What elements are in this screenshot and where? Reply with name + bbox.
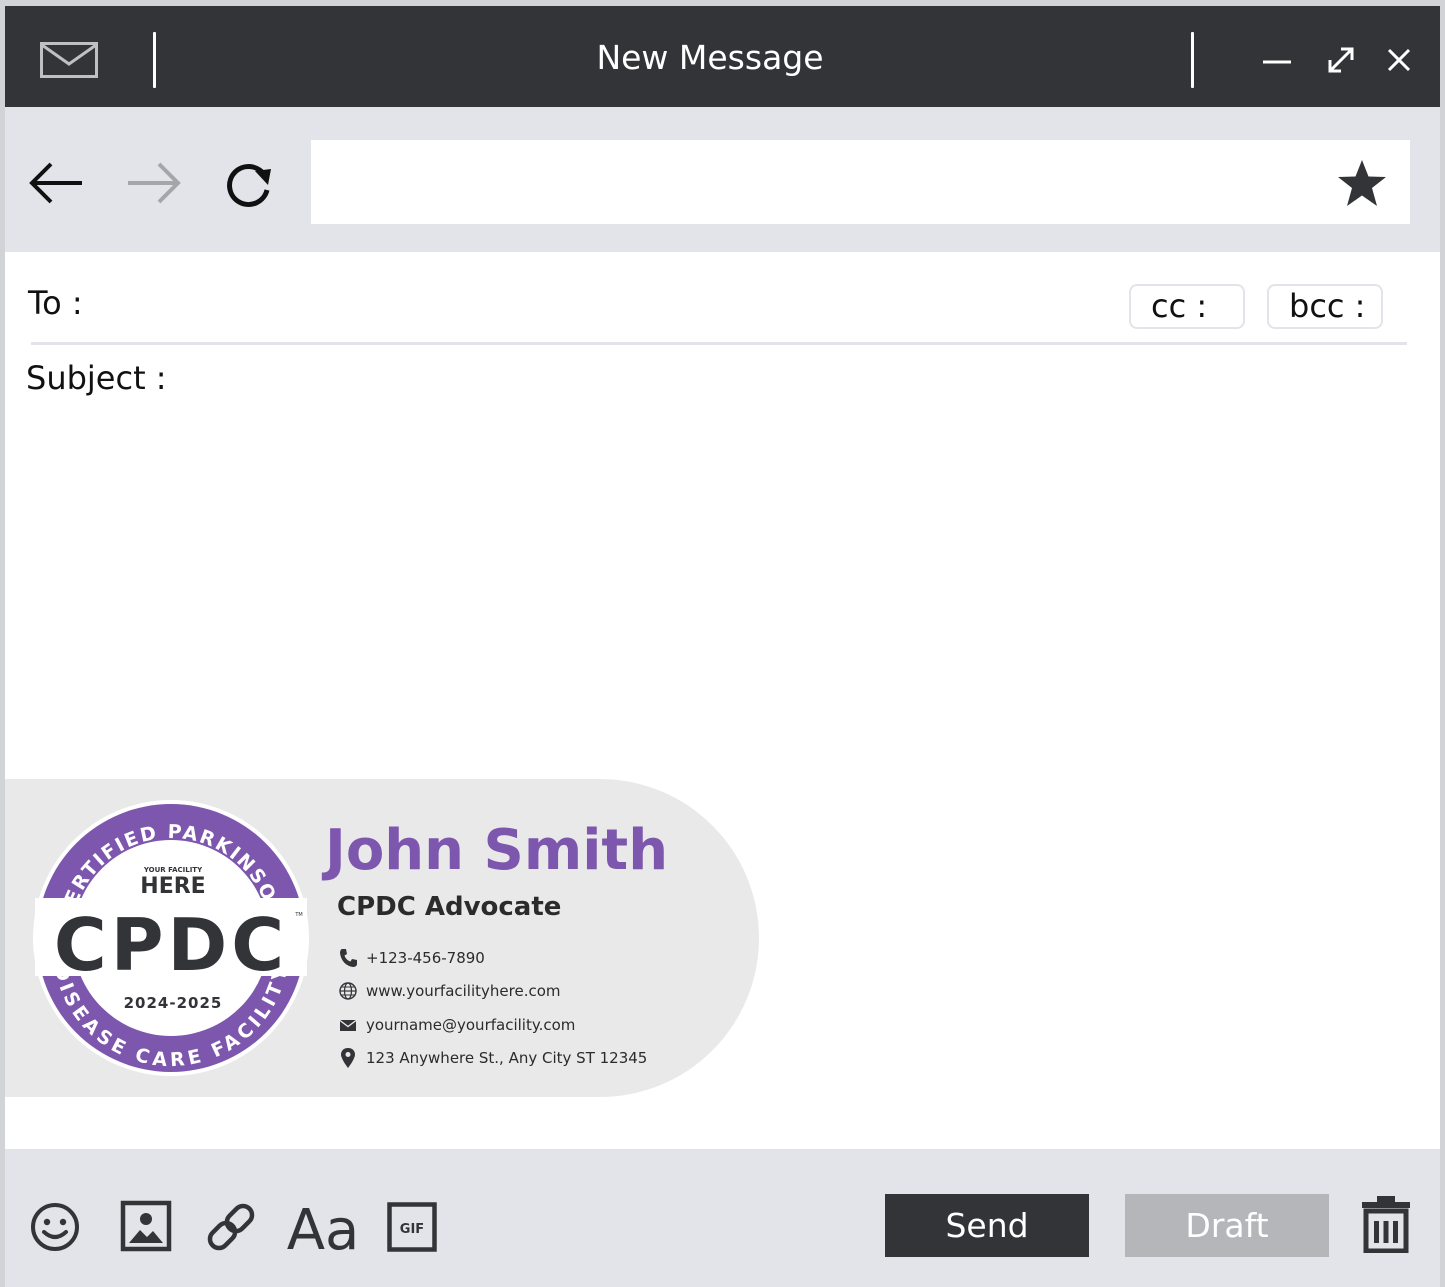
seal-acronym: CPDC bbox=[54, 903, 288, 987]
close-icon[interactable] bbox=[1381, 42, 1417, 78]
gif-icon[interactable]: GIF bbox=[387, 1202, 437, 1252]
to-label[interactable]: To : bbox=[28, 284, 83, 322]
reload-icon[interactable] bbox=[219, 157, 279, 209]
header-divider bbox=[31, 342, 1407, 345]
cpdc-seal-logo: CERTIFIED PARKINSON DISEASE CARE FACILIT… bbox=[33, 800, 309, 1076]
minimize-icon[interactable] bbox=[1259, 42, 1295, 78]
location-pin-icon bbox=[341, 1048, 355, 1068]
title-divider-right bbox=[1191, 32, 1194, 88]
back-arrow-icon[interactable] bbox=[27, 157, 87, 209]
globe-icon bbox=[339, 982, 357, 1000]
expand-icon[interactable] bbox=[1323, 42, 1359, 78]
image-icon[interactable] bbox=[120, 1200, 172, 1252]
gif-label: GIF bbox=[400, 1222, 424, 1237]
address-bar bbox=[311, 140, 1410, 224]
star-icon[interactable] bbox=[1336, 158, 1388, 208]
bcc-button[interactable]: bcc : bbox=[1267, 284, 1383, 329]
nav-bar bbox=[5, 107, 1440, 252]
signature-email[interactable]: yourname@yourfacility.com bbox=[366, 1014, 575, 1036]
address-input[interactable] bbox=[311, 140, 1311, 224]
seal-years: 2024-2025 bbox=[124, 994, 223, 1012]
message-body[interactable] bbox=[26, 416, 1416, 766]
seal-facility-small: YOUR FACILITY bbox=[143, 866, 203, 874]
signature-role: CPDC Advocate bbox=[337, 892, 562, 922]
trash-icon[interactable] bbox=[1360, 1195, 1412, 1253]
emoji-icon[interactable] bbox=[29, 1201, 81, 1253]
font-icon[interactable]: Aa bbox=[285, 1197, 361, 1257]
link-icon[interactable] bbox=[203, 1199, 259, 1255]
phone-icon bbox=[340, 949, 357, 967]
bottom-toolbar: Aa GIF Send Draft bbox=[5, 1149, 1440, 1287]
signature-address: 123 Anywhere St., Any City ST 12345 bbox=[366, 1049, 648, 1067]
title-bar: New Message bbox=[5, 6, 1440, 107]
signature-name: John Smith bbox=[325, 818, 669, 883]
forward-arrow-icon[interactable] bbox=[123, 157, 183, 209]
window-title: New Message bbox=[596, 38, 824, 77]
seal-trademark: TM bbox=[294, 912, 302, 918]
envelope-icon bbox=[339, 1019, 357, 1031]
send-button[interactable]: Send bbox=[885, 1194, 1089, 1257]
seal-facility-big: HERE bbox=[140, 874, 205, 899]
compose-window: New Message To: cc: bcc: Subject: ER… bbox=[5, 6, 1440, 1287]
font-label: Aa bbox=[287, 1198, 360, 1257]
signature-phone: +123-456-7890 bbox=[366, 949, 485, 967]
signature-website[interactable]: www.yourfacilityhere.com bbox=[366, 980, 561, 1002]
draft-button[interactable]: Draft bbox=[1125, 1194, 1329, 1257]
cc-button[interactable]: cc : bbox=[1129, 284, 1245, 329]
subject-label[interactable]: Subject : bbox=[26, 359, 167, 397]
